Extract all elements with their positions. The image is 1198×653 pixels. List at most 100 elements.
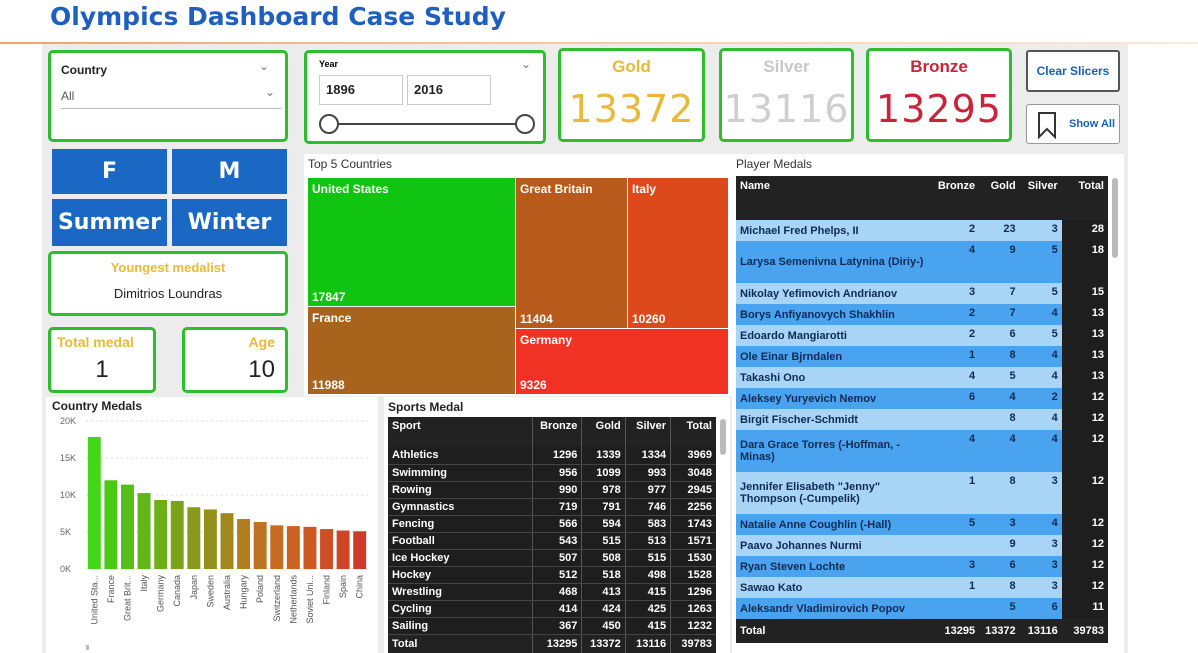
bar[interactable] xyxy=(137,493,151,569)
bar[interactable] xyxy=(253,522,267,569)
table-row[interactable]: Football 543 515 513 1571 xyxy=(388,532,716,550)
chevron-down-icon[interactable]: ⌄ xyxy=(521,57,531,71)
bar[interactable] xyxy=(154,499,168,569)
table-row[interactable]: Rowing 990 978 977 2945 xyxy=(388,481,716,499)
table-row[interactable]: Borys Anfiyanovych Shakhlin 2 7 4 13 xyxy=(736,304,1108,325)
table-cell: Gymnastics xyxy=(388,498,533,516)
bar[interactable] xyxy=(286,526,300,569)
table-cell: 424 xyxy=(581,600,626,618)
table-cell: 6 xyxy=(1051,601,1058,613)
treemap-tile-italy[interactable]: Italy 10260 xyxy=(628,178,728,328)
column-header[interactable]: Total xyxy=(1062,176,1108,220)
bar[interactable] xyxy=(336,530,350,569)
year-to-input[interactable]: 2016 xyxy=(407,75,491,105)
table-cell: 18 xyxy=(1061,241,1108,283)
column-header[interactable]: Total xyxy=(670,417,716,447)
table-cell: 12 xyxy=(1061,472,1108,514)
bar[interactable] xyxy=(237,519,251,569)
table-row[interactable]: Paavo Johannes Nurmi 9 3 12 xyxy=(736,535,1108,556)
bar[interactable] xyxy=(303,526,317,569)
table-cell: 415 xyxy=(624,617,671,635)
column-header[interactable]: Gold xyxy=(979,176,1020,220)
bar[interactable] xyxy=(87,436,101,569)
table-cell: Fencing xyxy=(388,515,533,533)
table-cell: 956 xyxy=(531,464,582,482)
player-table-scrollbar[interactable] xyxy=(1112,178,1118,258)
table-row[interactable]: Sailing 367 450 415 1232 xyxy=(388,617,716,635)
column-header[interactable]: Silver xyxy=(1020,176,1062,220)
silver-kpi-label: Silver xyxy=(763,57,810,76)
year-slicer-label: Year xyxy=(319,59,339,69)
table-row[interactable]: Hockey 512 518 498 1528 xyxy=(388,566,716,584)
year-from-input[interactable]: 1896 xyxy=(319,75,403,105)
treemap-tile-united-states[interactable]: United States 17847 xyxy=(308,178,515,306)
bar[interactable] xyxy=(170,500,184,569)
total-medal-value: 1 xyxy=(95,356,109,383)
bar[interactable] xyxy=(121,484,134,569)
clear-slicers-label: Clear Slicers xyxy=(1036,64,1110,78)
age-value: 10 xyxy=(248,356,275,383)
male-button[interactable]: M xyxy=(172,149,287,194)
clear-slicers-button[interactable]: Clear Slicers xyxy=(1026,50,1120,92)
year-range-start-handle[interactable] xyxy=(319,114,339,134)
table-cell: 415 xyxy=(624,583,671,601)
chart-scrollbar[interactable] xyxy=(86,645,89,650)
column-header[interactable]: Bronze xyxy=(531,417,582,447)
table-row[interactable]: Jennifer Elisabeth "Jenny" Thompson (-Cu… xyxy=(736,472,1108,514)
table-row[interactable]: Wrestling 468 413 415 1296 xyxy=(388,583,716,601)
table-cell: 12 xyxy=(1061,409,1108,430)
table-cell: 12 xyxy=(1061,388,1108,409)
treemap-tile-germany[interactable]: Germany 9326 xyxy=(516,329,728,394)
country-slicer[interactable]: Country ⌄ All ⌄ xyxy=(48,50,288,142)
summer-button[interactable]: Summer xyxy=(52,199,167,246)
treemap-tile-great-britain[interactable]: Great Britain 11404 xyxy=(516,178,627,328)
bar[interactable] xyxy=(270,525,284,569)
table-row[interactable]: Michael Fred Phelps, II 2 23 3 28 xyxy=(736,220,1108,241)
table-row[interactable]: Athletics 1296 1339 1334 3969 xyxy=(388,447,716,465)
bar[interactable] xyxy=(320,529,333,569)
table-row[interactable]: Fencing 566 594 583 1743 xyxy=(388,515,716,533)
bar[interactable] xyxy=(353,531,367,569)
table-row[interactable]: Ice Hockey 507 508 515 1530 xyxy=(388,549,716,567)
table-row[interactable]: Ryan Steven Lochte 3 6 3 12 xyxy=(736,556,1108,577)
table-cell: 4 xyxy=(1051,349,1058,361)
table-row[interactable]: Larysa Semenivna Latynina (Diriy-) 4 9 5 18 xyxy=(736,241,1108,283)
show-all-button[interactable]: Show All xyxy=(1026,104,1120,144)
table-row[interactable]: Ole Einar Bjrndalen 1 8 4 13 xyxy=(736,346,1108,367)
table-row[interactable]: Takashi Ono 4 5 4 13 xyxy=(736,367,1108,388)
column-header[interactable]: Gold xyxy=(581,417,626,447)
table-row[interactable]: Sawao Kato 1 8 3 12 xyxy=(736,577,1108,598)
bar[interactable] xyxy=(187,507,201,569)
winter-button[interactable]: Winter xyxy=(172,199,287,246)
bar[interactable] xyxy=(104,480,118,569)
country-dropdown[interactable]: All ⌄ xyxy=(61,85,281,109)
table-row[interactable]: Swimming 956 1099 993 3048 xyxy=(388,464,716,482)
bar[interactable] xyxy=(203,509,217,569)
table-row[interactable]: Dara Grace Torres (-Hoffman, -Minas) 4 4 4 1… xyxy=(736,430,1108,472)
bar[interactable] xyxy=(220,513,234,569)
treemap-tile-france[interactable]: France 11988 xyxy=(308,307,515,394)
year-range-end-handle[interactable] xyxy=(515,114,535,134)
table-cell: 3 xyxy=(1051,475,1058,487)
chevron-down-icon[interactable]: ⌄ xyxy=(259,59,269,73)
sports-table-scrollbar[interactable] xyxy=(720,419,726,455)
column-header[interactable]: Sport xyxy=(388,417,532,447)
column-header[interactable]: Name xyxy=(736,176,932,220)
table-row[interactable]: Gymnastics 719 791 746 2256 xyxy=(388,498,716,516)
table-row[interactable]: Birgit Fischer-Schmidt 8 4 12 xyxy=(736,409,1108,430)
table-cell: 594 xyxy=(581,515,626,533)
column-header[interactable]: Bronze xyxy=(932,176,980,220)
table-row[interactable]: Nikolay Yefimovich Andrianov 3 7 5 15 xyxy=(736,283,1108,304)
age-label: Age xyxy=(248,334,275,350)
table-row[interactable]: Edoardo Mangiarotti 2 6 5 13 xyxy=(736,325,1108,346)
column-header[interactable]: Silver xyxy=(624,417,671,447)
table-cell: Jennifer Elisabeth "Jenny" Thompson (-Cu… xyxy=(740,481,881,505)
table-row[interactable]: Aleksandr Vladimirovich Popov 5 6 11 xyxy=(736,598,1108,619)
table-row[interactable]: Aleksey Yuryevich Nemov 6 4 2 12 xyxy=(736,388,1108,409)
table-cell: 2 xyxy=(968,328,976,340)
year-slicer[interactable]: Year ⌄ 1896 2016 xyxy=(304,50,546,144)
table-cell: 413 xyxy=(581,583,626,601)
female-button[interactable]: F xyxy=(52,149,167,194)
table-row[interactable]: Natalie Anne Coughlin (-Hall) 5 3 4 12 xyxy=(736,514,1108,535)
table-row[interactable]: Cycling 414 424 425 1263 xyxy=(388,600,716,618)
